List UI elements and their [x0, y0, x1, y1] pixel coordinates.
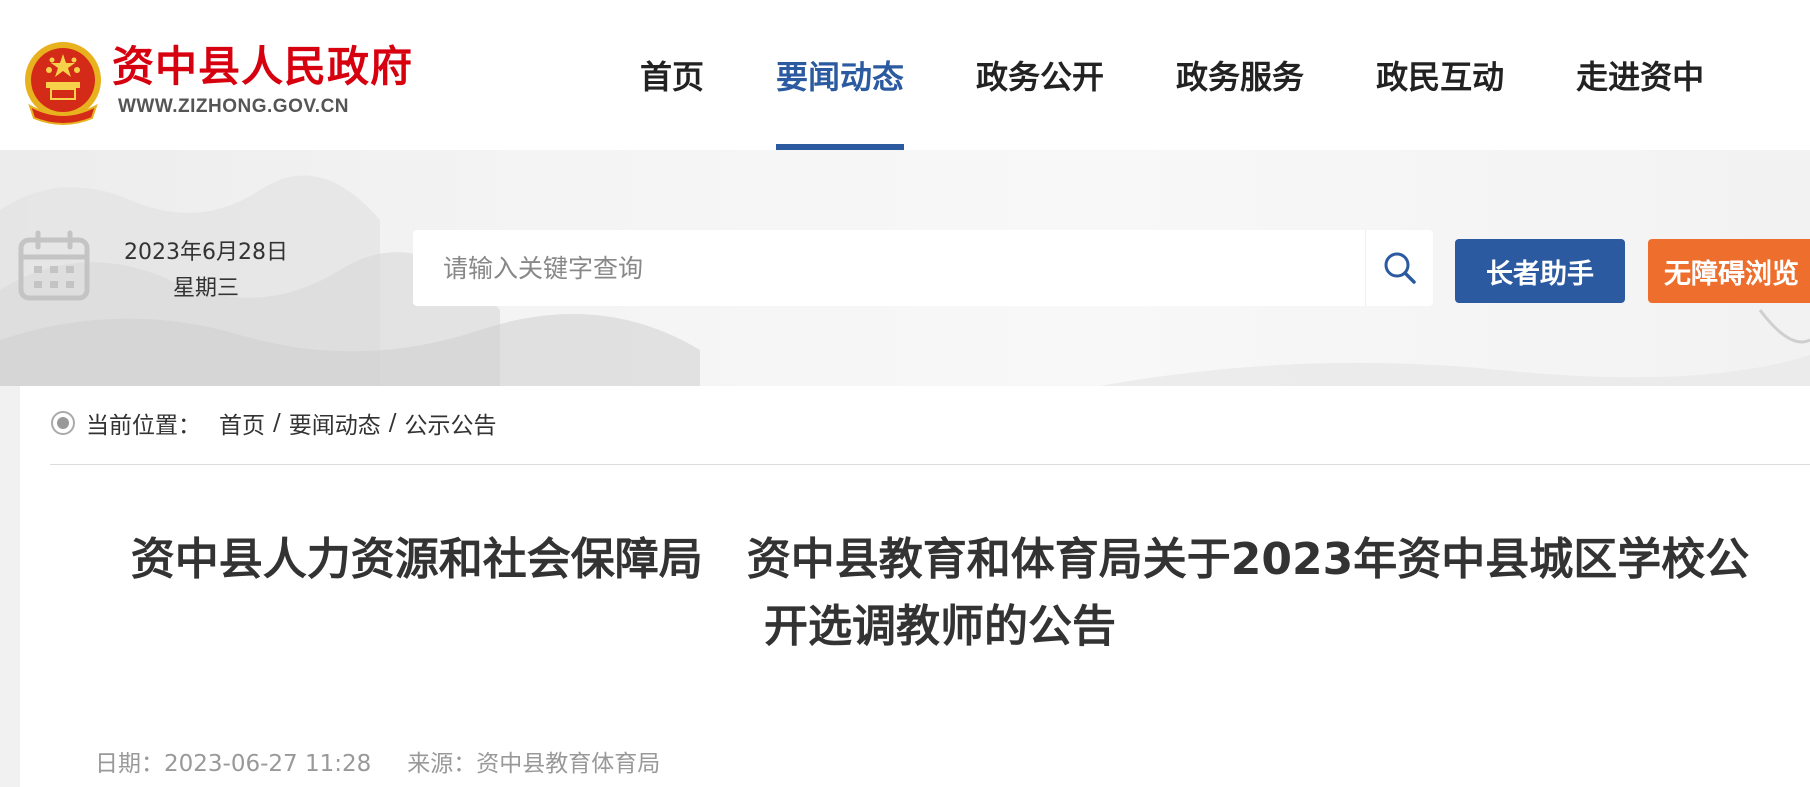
article-date: 日期：2023-06-27 11:28 [95, 751, 372, 777]
search-box [413, 230, 1433, 306]
article-panel: 当前位置： 首页 / 要闻动态 / 公示公告 资中县人力资源和社会保障局 资中县… [20, 386, 1810, 787]
site-domain: WWW.ZIZHONG.GOV.CN [118, 96, 350, 117]
article-meta: 日期：2023-06-27 11:28 来源：资中县教育体育局 [95, 744, 696, 778]
breadcrumb: 当前位置： 首页 / 要闻动态 / 公示公告 [50, 406, 497, 440]
calendar-icon [18, 230, 90, 301]
toolbar-banner: 2023年6月28日 星期三 长者助手 无障碍浏览 [0, 150, 1810, 386]
search-icon [1384, 252, 1416, 284]
site-header: 资中县人民政府 WWW.ZIZHONG.GOV.CN 首页 要闻动态 政务公开 … [0, 0, 1810, 150]
article-source: 来源：资中县教育体育局 [407, 751, 661, 777]
breadcrumb-separator: / [388, 410, 397, 436]
nav-item-news[interactable]: 要闻动态 [776, 0, 905, 150]
location-dot-icon [51, 411, 75, 435]
article-title: 资中县人力资源和社会保障局 资中县教育和体育局关于2023年资中县城区学校公开选… [130, 534, 1750, 652]
nav-item-home[interactable]: 首页 [640, 0, 704, 150]
search-button[interactable] [1365, 230, 1433, 306]
nav-item-about[interactable]: 走进资中 [1576, 0, 1704, 150]
main-nav: 首页 要闻动态 政务公开 政务服务 政民互动 走进资中 [640, 0, 1776, 150]
search-input[interactable] [413, 230, 1363, 306]
nav-item-services[interactable]: 政务服务 [1176, 0, 1304, 150]
breadcrumb-news[interactable]: 要闻动态 [289, 406, 381, 440]
breadcrumb-home[interactable]: 首页 [219, 406, 265, 440]
site-name[interactable]: 资中县人民政府 [112, 42, 413, 92]
left-gutter [0, 386, 20, 787]
elder-assistant-button[interactable]: 长者助手 [1455, 239, 1625, 303]
accessible-browse-button[interactable]: 无障碍浏览 [1648, 239, 1810, 303]
breadcrumb-label: 当前位置： [86, 413, 201, 439]
current-weekday: 星期三 [172, 276, 239, 301]
breadcrumb-divider [50, 464, 1810, 465]
nav-item-interaction[interactable]: 政民互动 [1376, 0, 1504, 150]
national-emblem-icon[interactable] [22, 40, 104, 126]
breadcrumb-separator: / [273, 410, 281, 436]
breadcrumb-notices[interactable]: 公示公告 [405, 406, 497, 440]
nav-item-government-affairs[interactable]: 政务公开 [976, 0, 1104, 150]
current-date: 2023年6月28日 [124, 240, 288, 265]
